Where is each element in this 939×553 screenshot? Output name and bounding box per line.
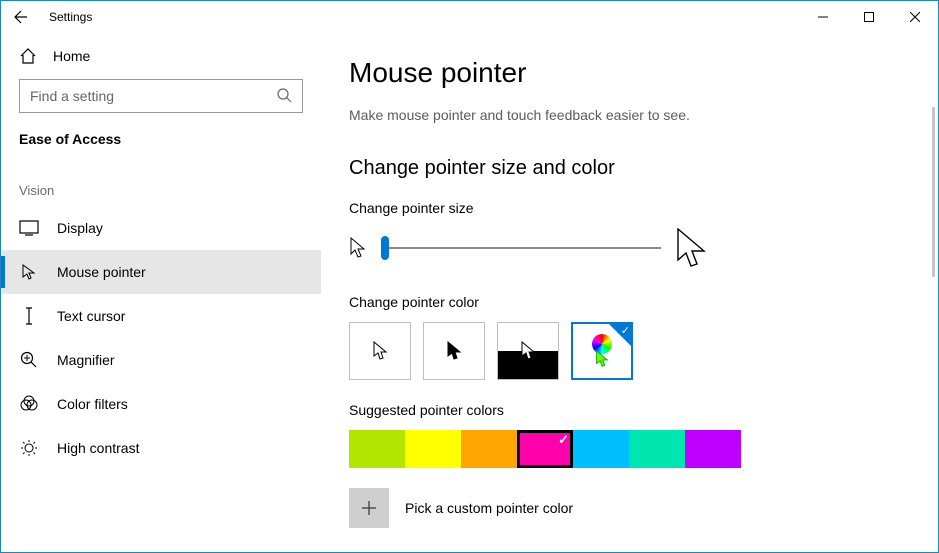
sidebar: Home Find a setting Ease of Access Visio… xyxy=(1,33,321,552)
sidebar-item-display[interactable]: Display xyxy=(1,206,321,250)
mouse-pointer-icon xyxy=(19,262,39,282)
main-panel: Mouse pointer Make mouse pointer and tou… xyxy=(321,33,938,552)
color-filters-icon xyxy=(19,394,39,414)
suggested-color-swatch[interactable] xyxy=(461,430,517,468)
text-cursor-icon xyxy=(19,306,39,326)
suggested-color-swatch[interactable] xyxy=(685,430,741,468)
suggested-color-swatch[interactable] xyxy=(573,430,629,468)
home-nav[interactable]: Home xyxy=(1,33,321,79)
sidebar-item-label: High contrast xyxy=(57,440,139,456)
search-icon xyxy=(276,87,292,106)
small-cursor-icon xyxy=(349,237,367,259)
scrollbar[interactable] xyxy=(932,107,935,277)
page-subtitle: Make mouse pointer and touch feedback ea… xyxy=(349,107,898,123)
magnifier-icon xyxy=(19,350,39,370)
large-cursor-icon xyxy=(675,228,709,268)
pick-custom-color-button[interactable] xyxy=(349,488,389,528)
window-title: Settings xyxy=(49,10,92,24)
pointer-color-inverted[interactable] xyxy=(497,322,559,380)
sidebar-item-mouse-pointer[interactable]: Mouse pointer xyxy=(1,250,321,294)
suggested-colors-row xyxy=(349,430,898,468)
sidebar-item-magnifier[interactable]: Magnifier xyxy=(1,338,321,382)
sidebar-item-label: Mouse pointer xyxy=(57,264,146,280)
home-icon xyxy=(19,47,37,65)
sidebar-item-color-filters[interactable]: Color filters xyxy=(1,382,321,426)
page-title: Mouse pointer xyxy=(349,57,898,89)
pointer-color-label: Change pointer color xyxy=(349,294,898,310)
suggested-color-swatch[interactable] xyxy=(629,430,685,468)
back-button[interactable] xyxy=(9,5,33,29)
pointer-color-custom[interactable]: ✓ xyxy=(571,322,633,380)
suggested-color-swatch[interactable] xyxy=(517,430,573,468)
suggested-color-swatch[interactable] xyxy=(349,430,405,468)
home-label: Home xyxy=(53,48,90,64)
minimize-button[interactable] xyxy=(800,1,846,33)
high-contrast-icon xyxy=(19,438,39,458)
group-label: Vision xyxy=(1,165,321,206)
category-heading: Ease of Access xyxy=(1,131,321,165)
pick-custom-color-label: Pick a custom pointer color xyxy=(405,500,573,516)
close-button[interactable] xyxy=(892,1,938,33)
maximize-button[interactable] xyxy=(846,1,892,33)
pointer-color-white[interactable] xyxy=(349,322,411,380)
sidebar-item-high-contrast[interactable]: High contrast xyxy=(1,426,321,470)
suggested-color-swatch[interactable] xyxy=(405,430,461,468)
sidebar-item-label: Display xyxy=(57,220,103,236)
titlebar: Settings xyxy=(1,1,938,33)
suggested-colors-label: Suggested pointer colors xyxy=(349,402,898,418)
search-placeholder: Find a setting xyxy=(30,88,114,104)
pointer-size-slider[interactable] xyxy=(381,236,661,260)
pointer-size-label: Change pointer size xyxy=(349,200,898,216)
section-heading: Change pointer size and color xyxy=(349,157,898,180)
sidebar-item-label: Color filters xyxy=(57,396,128,412)
display-icon xyxy=(19,218,39,238)
check-icon: ✓ xyxy=(621,324,630,337)
pointer-color-black[interactable] xyxy=(423,322,485,380)
slider-thumb[interactable] xyxy=(381,236,389,260)
sidebar-item-label: Text cursor xyxy=(57,308,125,324)
sidebar-item-label: Magnifier xyxy=(57,352,115,368)
search-input[interactable]: Find a setting xyxy=(19,79,303,113)
sidebar-item-text-cursor[interactable]: Text cursor xyxy=(1,294,321,338)
